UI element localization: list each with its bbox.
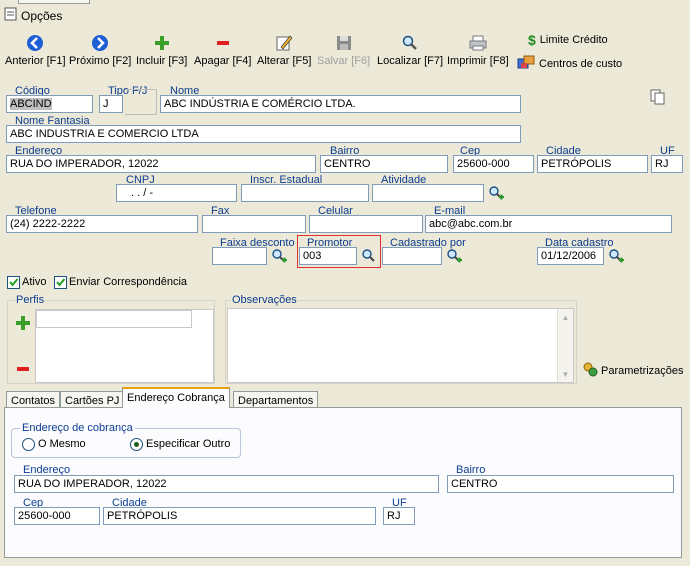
fax-field[interactable] bbox=[202, 215, 306, 233]
data-cadastro-search-icon[interactable] bbox=[606, 246, 626, 266]
plus-icon bbox=[154, 32, 170, 54]
cost-centers-icon bbox=[517, 54, 535, 73]
scroll-up-icon[interactable]: ▲ bbox=[558, 309, 573, 325]
observacoes-textarea[interactable]: ▲ ▼ bbox=[227, 308, 574, 383]
parametrizacoes-button[interactable]: Parametrizações bbox=[582, 361, 684, 380]
cost-centers-button[interactable]: Centros de custo bbox=[517, 54, 622, 73]
data-cadastro-field[interactable]: 01/12/2006 bbox=[537, 247, 604, 265]
bairro-field[interactable]: CENTRO bbox=[320, 155, 448, 173]
nome-field[interactable]: ABC INDÚSTRIA E COMÉRCIO LTDA. bbox=[160, 95, 521, 113]
especificar-outro-label: Especificar Outro bbox=[146, 438, 231, 450]
pencil-icon bbox=[275, 32, 293, 54]
observacoes-label: Observações bbox=[231, 294, 298, 306]
check-icon bbox=[9, 278, 19, 287]
perfis-add-icon[interactable] bbox=[15, 315, 31, 334]
cidade-field[interactable]: PETRÓPOLIS bbox=[537, 155, 648, 173]
delete-button[interactable]: Apagar [F4] bbox=[194, 32, 251, 68]
celular-field[interactable] bbox=[309, 215, 423, 233]
billing-group-label: Endereço de cobrança bbox=[20, 422, 135, 434]
edit-button[interactable]: Alterar [F5] bbox=[257, 32, 311, 68]
cadastrado-field[interactable] bbox=[382, 247, 442, 265]
billing-uf-field[interactable]: RJ bbox=[383, 507, 415, 525]
enviar-checkbox[interactable] bbox=[54, 276, 67, 289]
fantasia-field[interactable]: ABC INDUSTRIA E COMERCIO LTDA bbox=[6, 125, 521, 143]
perfis-list[interactable] bbox=[35, 309, 214, 383]
email-field[interactable]: abc@abc.com.br bbox=[425, 215, 672, 233]
uf-field[interactable]: RJ bbox=[651, 155, 683, 173]
billing-bairro-field[interactable]: CENTRO bbox=[447, 475, 674, 493]
options-label: Opções bbox=[21, 8, 63, 23]
observacoes-scrollbar[interactable]: ▲ ▼ bbox=[557, 309, 573, 382]
cadastrado-search-icon[interactable] bbox=[444, 246, 464, 266]
ativo-checkbox[interactable] bbox=[7, 276, 20, 289]
faixa-field[interactable] bbox=[212, 247, 267, 265]
perfis-remove-icon[interactable] bbox=[15, 364, 31, 377]
radio-especificar-outro[interactable] bbox=[130, 438, 143, 451]
copy-icon[interactable] bbox=[650, 89, 666, 108]
endereco-field[interactable]: RUA DO IMPERADOR, 12022 bbox=[6, 155, 316, 173]
arrow-left-icon bbox=[26, 32, 44, 54]
floppy-icon bbox=[336, 32, 352, 54]
atividade-search-icon[interactable] bbox=[486, 183, 506, 203]
printer-icon bbox=[468, 32, 488, 54]
options-menu[interactable]: Opções bbox=[4, 7, 62, 24]
cep-field[interactable]: 25600-000 bbox=[453, 155, 534, 173]
radio-o-mesmo[interactable] bbox=[22, 438, 35, 451]
enviar-label: Enviar Correspondência bbox=[69, 276, 188, 288]
tipo-frame bbox=[125, 89, 157, 115]
top-tab-stub bbox=[18, 0, 90, 4]
options-icon bbox=[4, 7, 18, 24]
gears-icon bbox=[582, 361, 598, 380]
print-button[interactable]: Imprimir [F8] bbox=[447, 32, 509, 68]
find-button[interactable]: Localizar [F7] bbox=[377, 32, 443, 68]
telefone-field[interactable]: (24) 2222-2222 bbox=[6, 215, 198, 233]
inscr-field[interactable] bbox=[241, 184, 369, 202]
dollar-icon: $ bbox=[528, 32, 536, 48]
perfis-list-row[interactable] bbox=[36, 310, 192, 328]
add-button[interactable]: Incluir [F3] bbox=[136, 32, 187, 68]
minus-icon bbox=[215, 32, 231, 54]
arrow-right-icon bbox=[91, 32, 109, 54]
save-button[interactable]: Salvar [F6] bbox=[317, 32, 370, 68]
codigo-field[interactable]: ABCIND bbox=[6, 95, 93, 113]
scroll-down-icon[interactable]: ▼ bbox=[558, 366, 573, 382]
perfis-label: Perfis bbox=[15, 294, 46, 306]
magnifier-icon bbox=[401, 32, 419, 54]
billing-cidade-field[interactable]: PETRÓPOLIS bbox=[103, 507, 376, 525]
billing-endereco-field[interactable]: RUA DO IMPERADOR, 12022 bbox=[14, 475, 439, 493]
previous-button[interactable]: Anterior [F1] bbox=[5, 32, 66, 68]
next-button[interactable]: Próximo [F2] bbox=[69, 32, 131, 68]
o-mesmo-label: O Mesmo bbox=[38, 438, 86, 450]
promotor-search-icon[interactable] bbox=[359, 246, 379, 266]
ativo-label: Ativo bbox=[22, 276, 47, 288]
tab-endereco-cobranca[interactable]: Endereço Cobrança bbox=[122, 387, 230, 408]
atividade-field[interactable] bbox=[372, 184, 484, 202]
promotor-field[interactable]: 003 bbox=[299, 247, 357, 265]
faixa-search-icon[interactable] bbox=[269, 246, 289, 266]
tipo-field[interactable]: J bbox=[99, 95, 123, 113]
check-icon bbox=[56, 278, 66, 287]
cnpj-field[interactable]: . . / - bbox=[116, 184, 237, 202]
credit-limit-button[interactable]: $ Limite Crédito bbox=[528, 32, 608, 48]
billing-cep-field[interactable]: 25600-000 bbox=[14, 507, 100, 525]
